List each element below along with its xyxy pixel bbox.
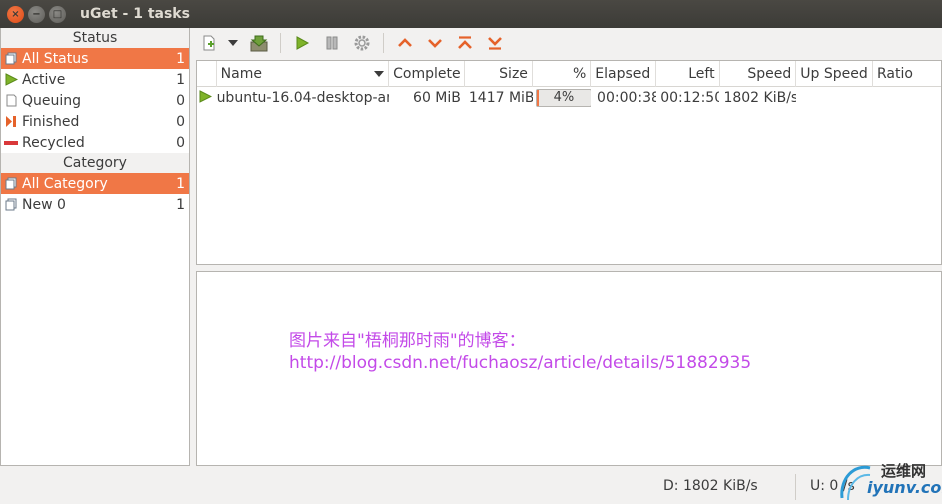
new-download-button[interactable] xyxy=(196,30,222,56)
maximize-window-button[interactable]: □ xyxy=(49,5,66,23)
play-icon xyxy=(4,73,18,87)
category-item-label: All Category xyxy=(22,175,108,192)
finish-icon xyxy=(4,115,18,129)
category-item-count: 1 xyxy=(176,175,185,192)
page-icon xyxy=(4,94,18,108)
pause-icon xyxy=(326,36,338,50)
category-item-count: 1 xyxy=(176,196,185,213)
title-bar: × − □ uGet - 1 tasks xyxy=(0,0,942,28)
all-category-icon xyxy=(4,177,18,191)
task-speed: 1802 KiB/s xyxy=(723,90,797,106)
new-download-dropdown[interactable] xyxy=(226,30,240,56)
pause-button[interactable] xyxy=(319,30,345,56)
source-note: 图片来自"梧桐那时雨"的博客： http://blog.csdn.net/fuc… xyxy=(289,330,751,374)
column-header-icon xyxy=(197,61,217,87)
progress-text: 4% xyxy=(553,90,575,105)
chevron-up-icon xyxy=(398,38,412,47)
category-icon xyxy=(4,198,18,212)
category-header: Category xyxy=(1,153,189,173)
task-name: ubuntu-16.04-desktop-am xyxy=(216,90,390,106)
move-down-button[interactable] xyxy=(422,30,448,56)
start-button[interactable] xyxy=(289,30,315,56)
move-up-button[interactable] xyxy=(392,30,418,56)
play-icon xyxy=(296,36,310,50)
task-left: 00:12:50 xyxy=(660,90,720,106)
download-save-icon xyxy=(250,35,268,52)
column-header-label: Name xyxy=(220,66,262,82)
column-header-elapsed[interactable]: Elapsed xyxy=(591,61,657,87)
status-item-finished[interactable]: Finished 0 xyxy=(1,111,189,132)
status-header: Status xyxy=(1,28,189,48)
status-bar: D: 1802 KiB/s U: 0 /s xyxy=(0,470,942,504)
chevron-down-icon xyxy=(428,39,442,48)
column-header-left[interactable]: Left xyxy=(656,61,720,87)
table-row[interactable]: ubuntu-16.04-desktop-am 60 MiB 1417 MiB … xyxy=(197,87,941,109)
toolbar xyxy=(196,29,512,57)
chevron-down-icon xyxy=(228,40,238,46)
status-item-count: 1 xyxy=(176,50,185,67)
column-header-up-speed[interactable]: Up Speed xyxy=(796,61,873,87)
toolbar-separator xyxy=(383,33,384,53)
properties-button[interactable] xyxy=(349,30,375,56)
source-note-line1: 图片来自"梧桐那时雨"的博客： xyxy=(289,331,526,351)
category-item-new[interactable]: New 0 1 xyxy=(1,194,189,215)
sort-down-icon xyxy=(374,71,385,77)
recycle-icon xyxy=(4,136,18,150)
move-top-icon xyxy=(458,36,472,49)
status-item-count: 0 xyxy=(176,134,185,151)
status-item-label: Finished xyxy=(22,113,80,130)
task-elapsed: 00:00:38 xyxy=(597,90,657,106)
status-item-recycled[interactable]: Recycled 0 xyxy=(1,132,189,153)
all-status-icon xyxy=(4,52,18,66)
column-header-complete[interactable]: Complete xyxy=(389,61,465,87)
status-item-label: Recycled xyxy=(22,134,85,151)
status-item-queuing[interactable]: Queuing 0 xyxy=(1,90,189,111)
column-header-size[interactable]: Size xyxy=(465,61,533,87)
status-item-count: 0 xyxy=(176,92,185,109)
source-note-url: http://blog.csdn.net/fuchaosz/article/de… xyxy=(289,353,752,373)
minimize-window-button[interactable]: − xyxy=(28,5,45,23)
gear-icon xyxy=(354,35,370,51)
download-speed: D: 1802 KiB/s xyxy=(663,478,758,494)
status-item-all[interactable]: All Status 1 xyxy=(1,48,189,69)
progress-bar: 4% xyxy=(535,89,592,107)
toolbar-separator xyxy=(280,33,281,53)
column-header-ratio[interactable]: Ratio xyxy=(873,61,941,87)
detail-pane: 图片来自"梧桐那时雨"的博客： http://blog.csdn.net/fuc… xyxy=(196,271,942,466)
move-bottom-icon xyxy=(488,37,502,50)
task-size: 1417 MiB xyxy=(468,90,533,106)
save-button[interactable] xyxy=(246,30,272,56)
watermark: 运维网 iyunv.com xyxy=(836,458,942,504)
move-bottom-button[interactable] xyxy=(482,30,508,56)
play-icon xyxy=(197,89,217,107)
category-item-label: New 0 xyxy=(22,196,66,213)
status-item-label: Active xyxy=(22,71,66,88)
status-item-count: 0 xyxy=(176,113,185,130)
column-header-speed[interactable]: Speed xyxy=(720,61,797,87)
status-item-count: 1 xyxy=(176,71,185,88)
column-header-name[interactable]: Name xyxy=(217,61,390,87)
task-list: Name Complete Size % Elapsed Left Speed … xyxy=(196,60,942,265)
new-document-icon xyxy=(203,35,215,51)
category-item-all[interactable]: All Category 1 xyxy=(1,173,189,194)
status-item-label: All Status xyxy=(22,50,89,67)
window-title: uGet - 1 tasks xyxy=(80,6,190,22)
move-top-button[interactable] xyxy=(452,30,478,56)
table-header: Name Complete Size % Elapsed Left Speed … xyxy=(197,61,941,87)
sidebar: Status All Status 1 Active 1 Queuing 0 F… xyxy=(0,28,190,466)
task-complete: 60 MiB xyxy=(413,90,461,106)
status-item-active[interactable]: Active 1 xyxy=(1,69,189,90)
close-window-button[interactable]: × xyxy=(7,5,24,23)
status-item-label: Queuing xyxy=(22,92,82,109)
task-progress: 4% xyxy=(533,89,592,107)
statusbar-separator xyxy=(795,474,796,500)
watermark-text-en: iyunv.com xyxy=(867,478,942,497)
column-header-percent[interactable]: % xyxy=(533,61,592,87)
